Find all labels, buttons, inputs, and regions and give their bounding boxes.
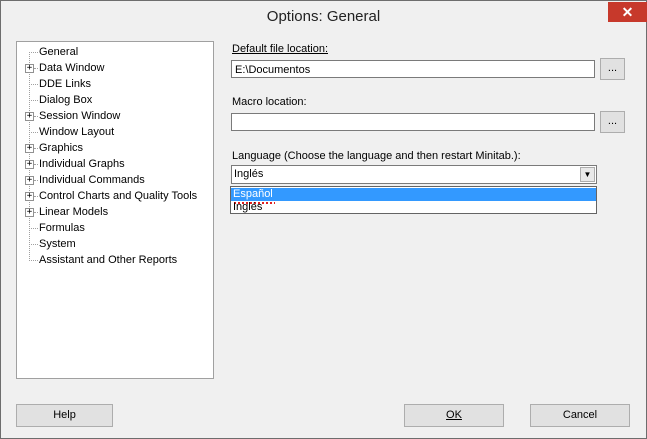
tree-item[interactable]: + Individual Commands xyxy=(23,172,211,188)
tree-item[interactable]: Assistant and Other Reports xyxy=(23,252,211,268)
default-file-location-label-text: Default file location: xyxy=(232,43,328,55)
help-button[interactable]: Help xyxy=(16,404,113,427)
tree-item-label: Formulas xyxy=(39,222,85,234)
tree-item[interactable]: + Graphics xyxy=(23,140,211,156)
expand-plus-icon[interactable]: + xyxy=(25,192,34,201)
tree-item[interactable]: Formulas xyxy=(23,220,211,236)
tree-connector-dots xyxy=(34,212,38,213)
language-label: Language (Choose the language and then r… xyxy=(232,150,521,162)
language-selected-value: Inglés xyxy=(234,168,264,180)
tree-item-label: System xyxy=(39,238,76,250)
ok-button[interactable]: OK xyxy=(404,404,504,427)
macro-location-label: Macro location: xyxy=(232,96,307,108)
tree-connector-dots xyxy=(29,244,38,245)
options-dialog: Options: General ✕ General + Data Window DD… xyxy=(0,0,647,439)
tree-item[interactable]: System xyxy=(23,236,211,252)
close-button[interactable]: ✕ xyxy=(608,2,647,22)
expand-plus-icon[interactable]: + xyxy=(25,64,34,73)
tree-connector-dots xyxy=(34,68,38,69)
cancel-button[interactable]: Cancel xyxy=(530,404,630,427)
tree-item-label: Individual Commands xyxy=(39,174,145,186)
tree-item-label: Data Window xyxy=(39,62,105,74)
expand-plus-icon[interactable]: + xyxy=(25,160,34,169)
tree-item[interactable]: + Individual Graphs xyxy=(23,156,211,172)
tree-connector-dots xyxy=(29,84,38,85)
tree-item-label: Assistant and Other Reports xyxy=(39,254,178,266)
tree-connector-dots xyxy=(29,260,38,261)
tree-item-label: Individual Graphs xyxy=(39,158,125,170)
language-option-espanol[interactable]: Español xyxy=(231,188,596,204)
tree-item[interactable]: DDE Links xyxy=(23,76,211,92)
tree-item-label: Graphics xyxy=(39,142,84,154)
tree-connector-dots xyxy=(34,116,38,117)
tree-connector-dots xyxy=(29,228,38,229)
tree-item-label: Linear Models xyxy=(39,206,109,218)
tree-item-label: Control Charts and Quality Tools xyxy=(39,190,198,202)
dialog-title: Options: General xyxy=(266,8,381,25)
chevron-down-icon[interactable]: ▼ xyxy=(580,167,595,182)
macro-location-input[interactable] xyxy=(231,113,595,131)
title-bar[interactable]: Options: General ✕ xyxy=(1,1,647,33)
macro-browse-button[interactable]: ... xyxy=(600,111,625,133)
tree-item-label: Window Layout xyxy=(39,126,115,138)
tree-item[interactable]: + Linear Models xyxy=(23,204,211,220)
default-file-browse-button[interactable]: ... xyxy=(600,58,625,80)
expand-plus-icon[interactable]: + xyxy=(25,144,34,153)
tree-item-label: General xyxy=(39,46,79,58)
expand-plus-icon[interactable]: + xyxy=(25,176,34,185)
tree-item[interactable]: Dialog Box xyxy=(23,92,211,108)
default-file-location-input[interactable]: E:\Documentos xyxy=(231,60,595,78)
expand-plus-icon[interactable]: + xyxy=(25,112,34,121)
tree-item[interactable]: + Data Window xyxy=(23,60,211,76)
language-dropdown-list[interactable]: Español Inglés xyxy=(230,186,597,214)
tree-item[interactable]: General xyxy=(23,44,211,60)
tree-item-label: DDE Links xyxy=(39,78,91,90)
tree-item-label: Dialog Box xyxy=(39,94,93,106)
options-tree[interactable]: General + Data Window DDE Links Dialog Box + S… xyxy=(16,41,214,379)
language-option-ingles[interactable]: Inglés xyxy=(231,201,596,214)
tree-item-label: Session Window xyxy=(39,110,121,122)
tree-connector-dots xyxy=(34,164,38,165)
language-option-label: Inglés xyxy=(233,201,263,213)
tree-connector-dots xyxy=(29,52,38,53)
tree-item[interactable]: + Control Charts and Quality Tools xyxy=(23,188,211,204)
language-option-label: Español xyxy=(233,188,273,200)
tree-item[interactable]: + Session Window xyxy=(23,108,211,124)
language-select[interactable]: Inglés ▼ xyxy=(231,165,597,184)
tree-connector-dots xyxy=(34,180,38,181)
tree-connector-dots xyxy=(34,196,38,197)
default-file-location-label: Default file location: xyxy=(232,43,328,55)
tree-item[interactable]: Window Layout xyxy=(23,124,211,140)
ok-button-label: OK xyxy=(446,409,462,421)
expand-plus-icon[interactable]: + xyxy=(25,208,34,217)
tree-connector-dots xyxy=(29,132,38,133)
tree-connector-dots xyxy=(29,100,38,101)
tree-connector-dots xyxy=(34,148,38,149)
